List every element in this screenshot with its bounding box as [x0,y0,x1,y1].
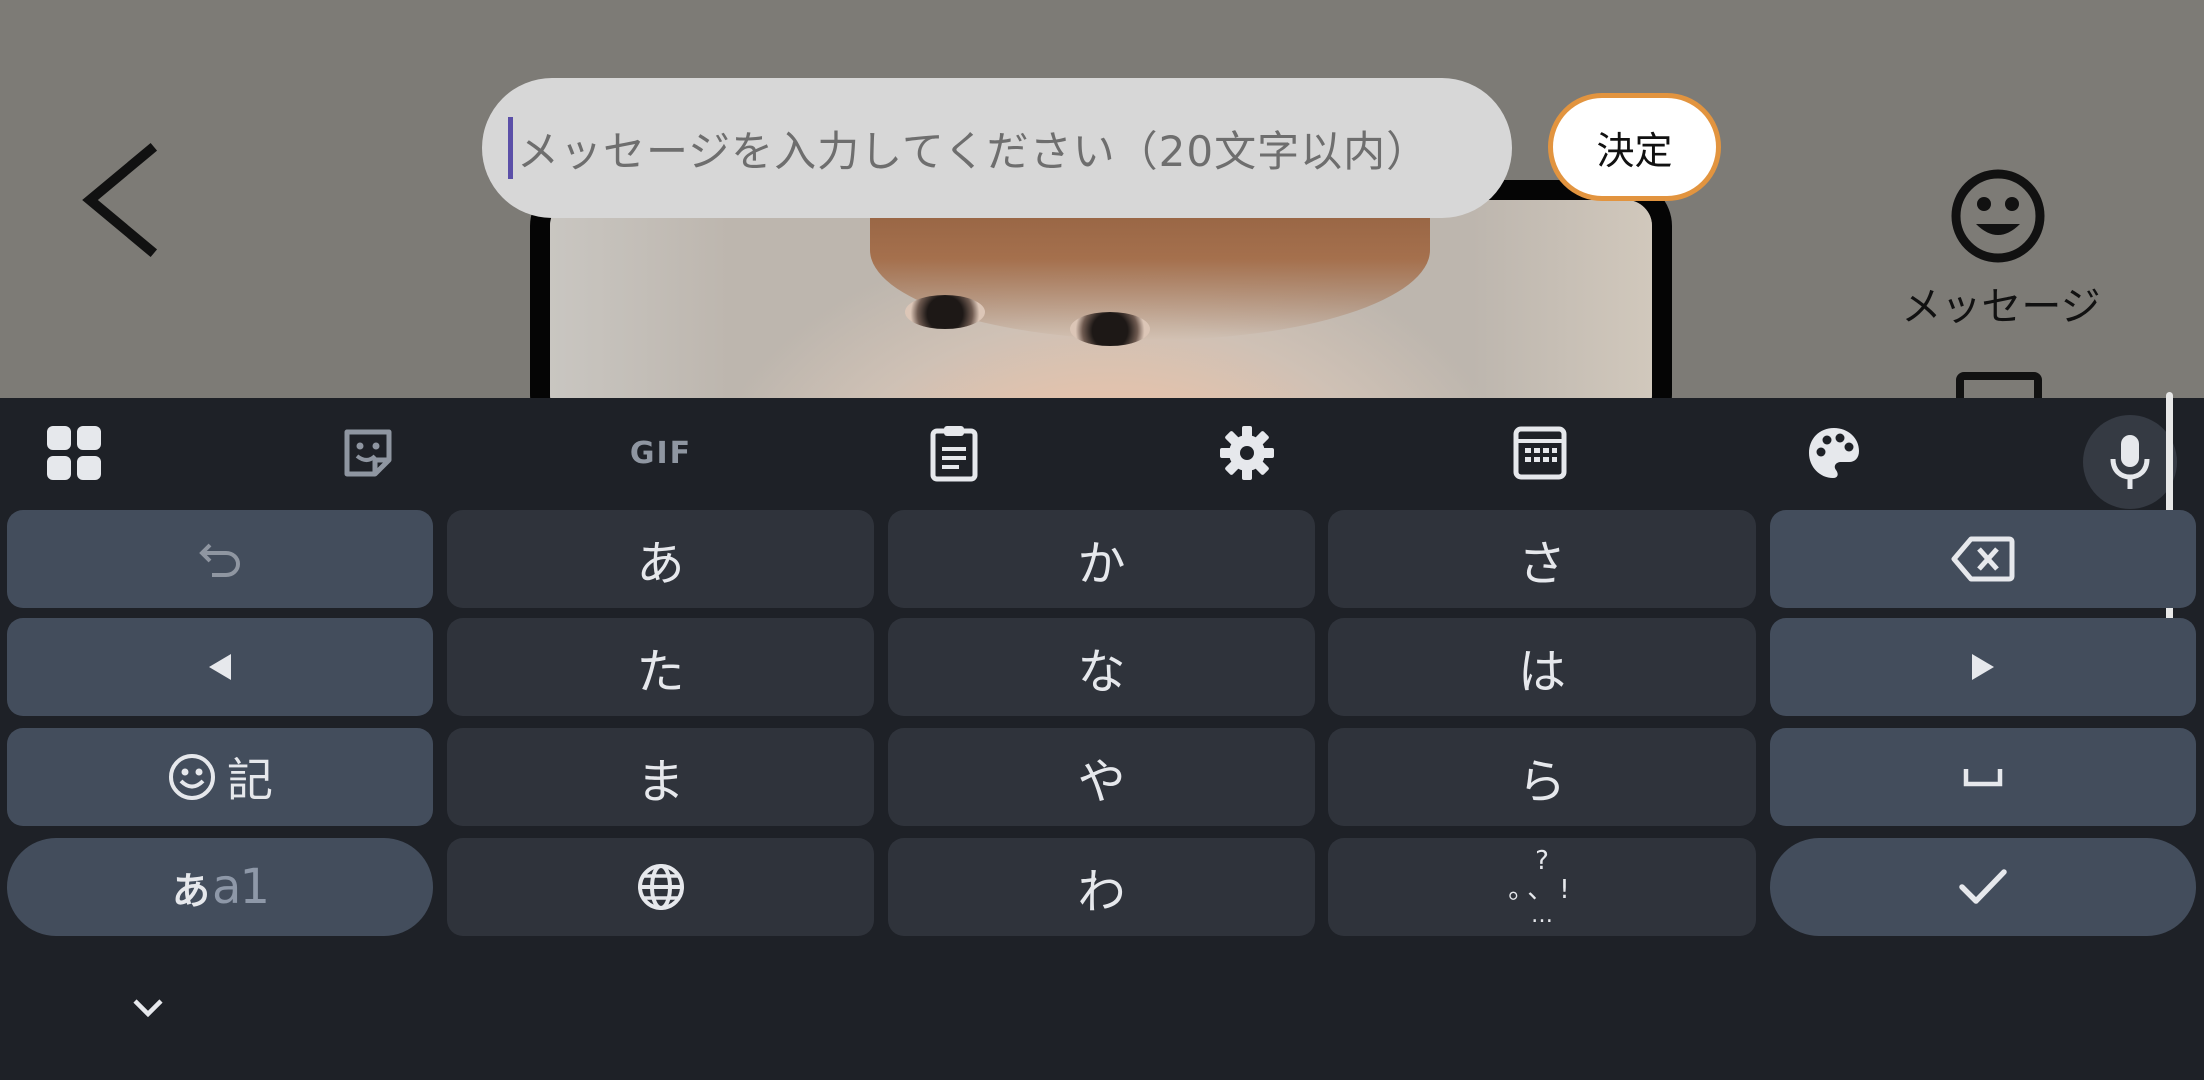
cursor-right-icon [1972,654,1994,680]
apps-grid-icon [47,426,101,480]
punct-question: ? [1535,846,1549,876]
message-input-placeholder: メッセージを入力してください（20文字以内） [517,126,1430,176]
undo-key[interactable] [7,510,433,608]
globe-icon [637,864,684,910]
space-icon [1963,769,2003,787]
emoji-symbol-key[interactable]: 記 [7,728,433,826]
punctuation-key[interactable]: ? 。、! … [1328,838,1756,936]
back-button[interactable] [70,130,180,270]
key-ya[interactable]: や [888,728,1315,826]
keyboard-toolbar: GIF [0,392,2204,692]
clipboard-button[interactable] [916,415,992,491]
input-mode-key[interactable]: あ a1 [7,838,433,936]
gif-button[interactable]: GIF [624,415,698,491]
palette-icon [1809,428,1859,478]
chevron-left-icon [82,142,158,258]
gif-icon: GIF [629,435,693,471]
emoji-symbol-label: 記 [227,753,273,807]
punct-ellipsis: … [1531,903,1553,928]
key-ma[interactable]: ま [447,728,874,826]
sticker-icon [344,429,392,477]
mode-alnum-label: a1 [212,859,270,915]
clipboard-icon [930,426,978,482]
cursor-left-icon [209,654,231,680]
soft-keyboard: GIF あ か さ た な は 記 ま や ら あ a1 わ ? 。、! … [0,392,2204,1080]
text-caret [508,117,513,179]
key-sa[interactable]: さ [1328,510,1756,608]
voice-input-button[interactable] [2083,415,2177,509]
enter-key[interactable] [1770,838,2196,936]
backspace-key[interactable] [1770,510,2196,608]
theme-button[interactable] [1796,415,1872,491]
message-button-label: メッセージ [1901,284,2101,330]
key-na[interactable]: な [888,618,1315,716]
mode-kana-label: あ [172,868,211,913]
key-wa[interactable]: わ [888,838,1315,936]
message-button[interactable]: メッセージ [1896,166,2106,336]
mic-icon [2110,435,2150,489]
cursor-right-key[interactable] [1770,618,2196,716]
cursor-left-key[interactable] [7,618,433,716]
message-input[interactable]: メッセージを入力してください（20文字以内） [482,78,1512,218]
undo-icon [199,543,241,577]
photo-eye-right [1070,312,1150,346]
keyboard-layout-button[interactable] [1502,415,1578,491]
check-icon [1959,869,2007,904]
keyboard-layout-icon [1513,426,1567,480]
settings-button[interactable] [1209,415,1285,491]
key-a[interactable]: あ [447,510,874,608]
apps-grid-button[interactable] [36,415,112,491]
punct-marks: 。、! [1508,875,1576,905]
key-ta[interactable]: た [447,618,874,716]
photo-eye-left [905,295,985,329]
partial-icon [1956,372,2042,398]
collapse-keyboard-button[interactable] [120,988,176,1028]
key-ka[interactable]: か [888,510,1315,608]
app-screen: メッセージを入力してください（20文字以内） 決定 メッセージ [0,0,2204,398]
backspace-icon [1951,536,2015,582]
confirm-button[interactable]: 決定 [1548,93,1721,201]
key-ha[interactable]: は [1328,618,1756,716]
settings-gear-icon [1220,426,1274,480]
chevron-down-icon [133,999,163,1018]
key-ra[interactable]: ら [1328,728,1756,826]
smile-icon [1951,169,2045,263]
sticker-button[interactable] [330,415,406,491]
space-key[interactable] [1770,728,2196,826]
emoji-icon [169,754,215,800]
language-key[interactable] [447,838,874,936]
